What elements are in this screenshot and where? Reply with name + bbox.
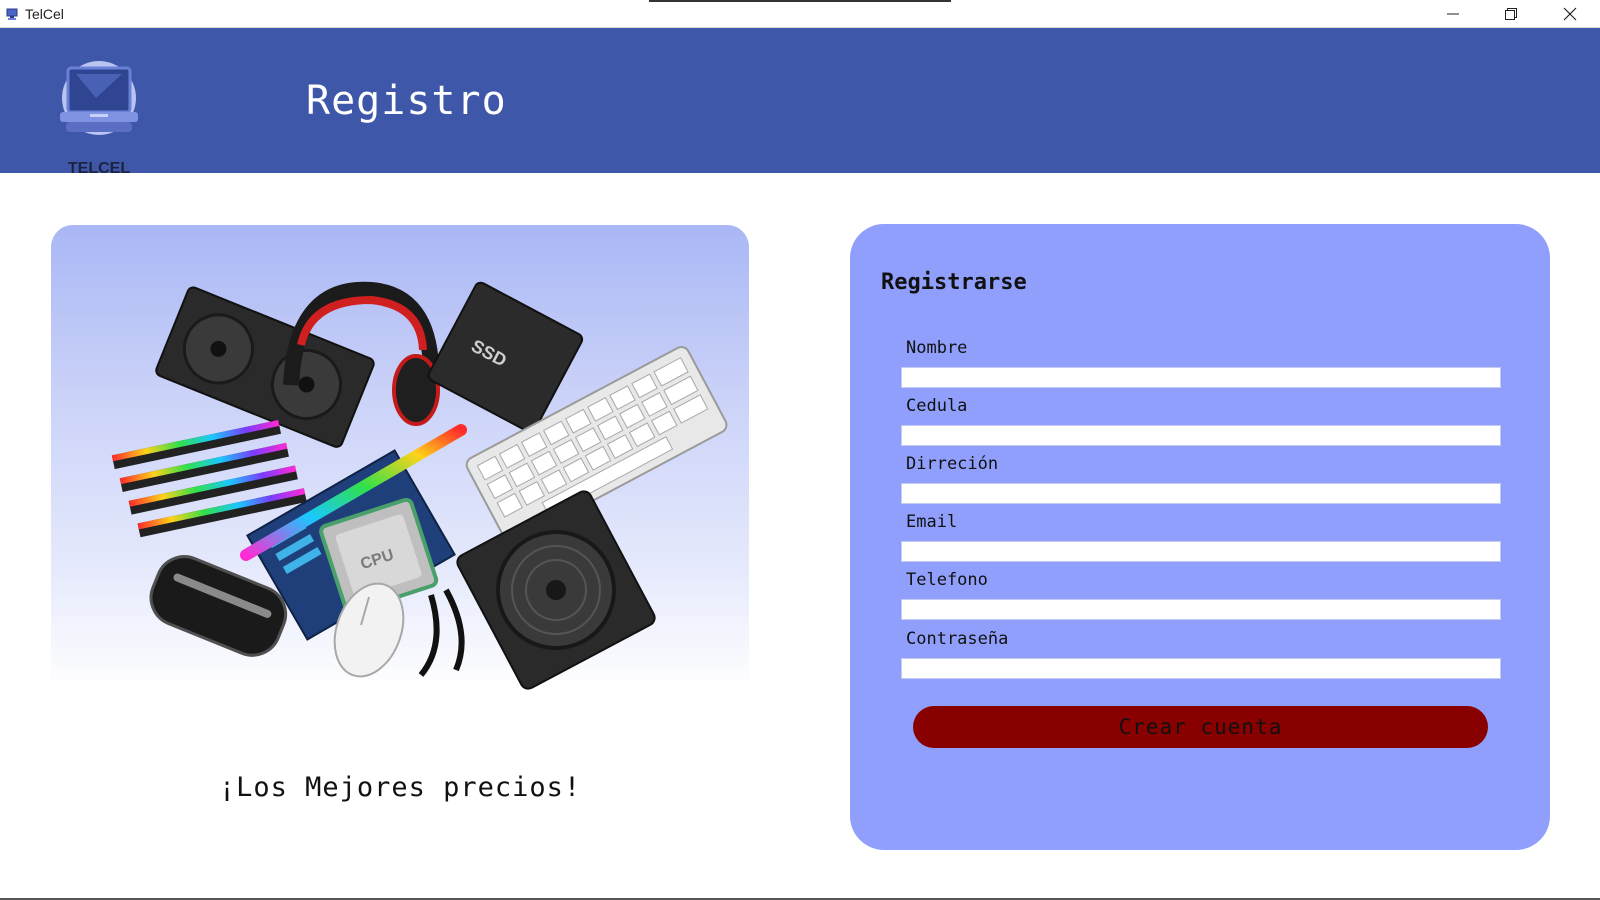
contrasena-input[interactable] [901,658,1501,679]
computer-icon [6,8,18,20]
contrasena-label: Contraseña [906,629,1009,649]
title-drag-indicator [649,0,951,2]
minimize-button[interactable] [1424,0,1482,28]
telcel-logo: TELCEL [52,58,146,177]
tagline: ¡Los Mejores precios! [218,772,582,803]
window-title: TelCel [25,6,64,22]
cedula-label: Cedula [906,396,968,416]
email-input[interactable] [901,541,1501,562]
hero-image: SSD CPU [51,225,749,690]
minimize-icon [1447,13,1459,15]
direccion-input[interactable] [901,483,1501,504]
registration-form: Registrarse Nombre Cedula Dirreción Emai… [850,224,1550,850]
telefono-label: Telefono [906,570,988,590]
email-label: Email [906,512,958,532]
restore-button[interactable] [1482,0,1540,28]
nombre-input[interactable] [901,367,1501,388]
page-title: Registro [306,78,507,124]
direccion-label: Dirreción [906,454,999,474]
telefono-input[interactable] [901,599,1501,620]
create-account-button[interactable]: Crear cuenta [913,706,1488,748]
form-heading: Registrarse [881,270,1027,295]
hardware-collage-image: SSD CPU [111,281,728,690]
app-header: TELCEL Registro [0,28,1600,177]
laptop-icon [60,61,138,135]
logo-text: TELCEL [67,160,131,177]
close-icon [1563,7,1577,21]
close-button[interactable] [1541,0,1599,28]
nombre-label: Nombre [906,338,968,358]
cedula-input[interactable] [901,425,1501,446]
restore-icon [1505,8,1517,20]
window-titlebar[interactable]: TelCel [0,0,1600,28]
